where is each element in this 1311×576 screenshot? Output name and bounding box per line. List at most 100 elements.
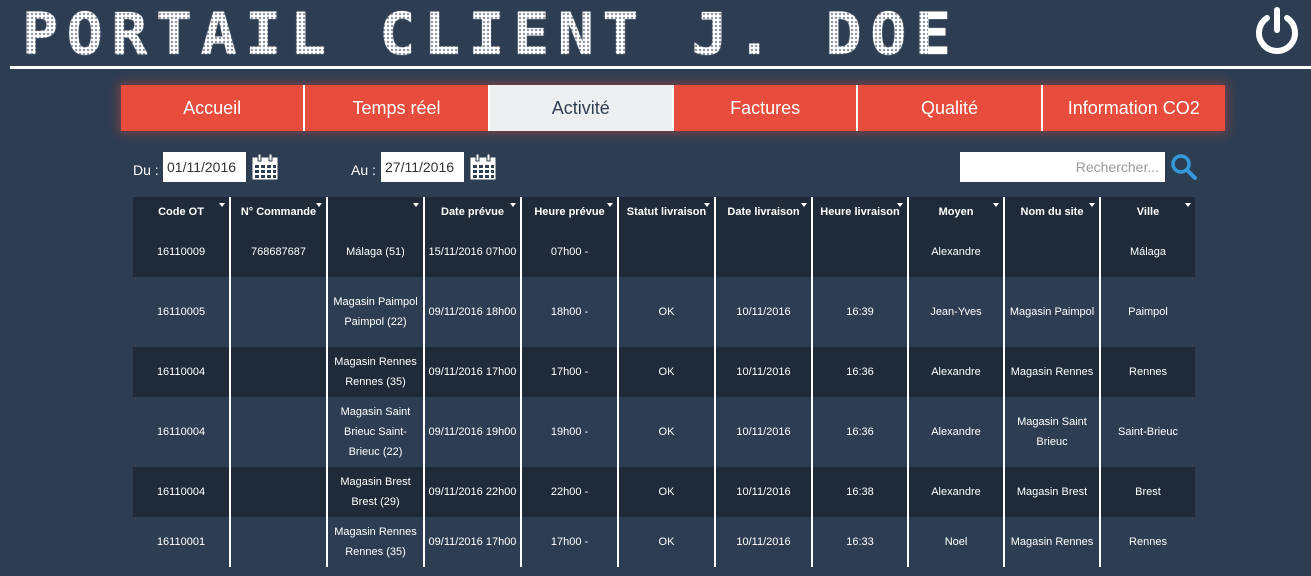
table-cell: Málaga (51)	[327, 227, 425, 277]
table-cell: OK	[618, 517, 716, 567]
table-cell: 19h00 -	[521, 397, 619, 467]
main-nav: Accueil Temps réel Activité Factures Qua…	[121, 85, 1225, 131]
table-cell: 17h00 -	[521, 347, 619, 397]
table-cell: Rennes	[1100, 517, 1195, 567]
column-header-label: Date livraison	[727, 206, 800, 218]
column-header-heure-prevue[interactable]: Heure prévue	[521, 197, 619, 227]
column-header-label: Statut livraison	[626, 206, 707, 218]
column-header-label: Ville	[1136, 206, 1160, 218]
sort-icon[interactable]	[607, 203, 613, 207]
table-cell: 16110004	[133, 397, 231, 467]
table-cell: Magasin Paimpol Paimpol (22)	[327, 277, 425, 347]
from-date-field[interactable]	[163, 152, 246, 182]
table-cell: Brest	[1100, 467, 1195, 517]
table-row[interactable]: 16110004 Magasin Brest Brest (29) 09/11/20…	[133, 467, 1195, 517]
tab-temps-reel[interactable]: Temps réel	[305, 85, 490, 131]
to-date-field[interactable]	[381, 152, 464, 182]
table-cell: 15/11/2016 07h00	[424, 227, 522, 277]
table-cell: Alexandre	[908, 227, 1005, 277]
table-cell	[618, 227, 716, 277]
column-header-destination[interactable]	[327, 197, 425, 227]
column-header-statut-livraison[interactable]: Statut livraison	[618, 197, 716, 227]
table-cell: Saint-Brieuc	[1100, 397, 1195, 467]
column-header-label: Moyen	[938, 206, 974, 218]
table-cell: Magasin Brest Brest (29)	[327, 467, 425, 517]
table-header-row: Code OT N° Commande Date prévue Heure pr…	[133, 197, 1195, 227]
table-cell: Magasin Brest	[1004, 467, 1101, 517]
table-cell: 16110005	[133, 277, 231, 347]
to-date-label: Au :	[351, 162, 376, 178]
table-cell: 10/11/2016	[715, 277, 813, 347]
app-header: PORTAIL CLIENT J. DOE	[0, 0, 1311, 70]
table-cell: 16110001	[133, 517, 231, 567]
table-cell: 16:33	[812, 517, 909, 567]
table-cell: 16110004	[133, 347, 231, 397]
table-cell	[715, 227, 813, 277]
table-cell: 16110004	[133, 467, 231, 517]
power-icon[interactable]	[1252, 6, 1302, 56]
column-header-moyen[interactable]: Moyen	[908, 197, 1005, 227]
sort-icon[interactable]	[316, 203, 322, 207]
sort-icon[interactable]	[1089, 203, 1095, 207]
column-header-label: Heure prévue	[534, 206, 605, 218]
table-cell	[230, 347, 328, 397]
sort-icon[interactable]	[1185, 203, 1191, 207]
column-header-nom-du-site[interactable]: Nom du site	[1004, 197, 1101, 227]
table-cell: 07h00 -	[521, 227, 619, 277]
table-cell: 22h00 -	[521, 467, 619, 517]
table-cell: 16:39	[812, 277, 909, 347]
table-cell: Alexandre	[908, 397, 1005, 467]
sort-icon[interactable]	[801, 203, 807, 207]
table-row[interactable]: 16110004 Magasin Rennes Rennes (35) 09/11/…	[133, 347, 1195, 397]
column-header-n-commande[interactable]: N° Commande	[230, 197, 328, 227]
table-cell: OK	[618, 277, 716, 347]
table-row[interactable]: 16110005 Magasin Paimpol Paimpol (22) 09/1…	[133, 277, 1195, 347]
column-header-label: Nom du site	[1020, 206, 1084, 218]
table-cell: Málaga	[1100, 227, 1195, 277]
tab-activite[interactable]: Activité	[489, 85, 674, 131]
sort-icon[interactable]	[704, 203, 710, 207]
table-cell: Magasin Rennes Rennes (35)	[327, 517, 425, 567]
table-cell: 16:36	[812, 347, 909, 397]
sort-icon[interactable]	[993, 203, 999, 207]
table-cell: 09/11/2016 22h00	[424, 467, 522, 517]
sort-icon[interactable]	[897, 203, 903, 207]
search-icon[interactable]	[1170, 153, 1198, 181]
column-header-date-livraison[interactable]: Date livraison	[715, 197, 813, 227]
table-row[interactable]: 16110004 Magasin Saint Brieuc Saint-Brieu…	[133, 397, 1195, 467]
calendar-icon[interactable]	[469, 153, 497, 181]
sort-icon[interactable]	[413, 203, 419, 207]
column-header-label: Code OT	[158, 206, 204, 218]
tab-factures[interactable]: Factures	[673, 85, 859, 131]
tab-qualite[interactable]: Qualité	[858, 85, 1043, 131]
search-input[interactable]	[960, 152, 1165, 182]
table-cell: 16:38	[812, 467, 909, 517]
sort-icon[interactable]	[510, 203, 516, 207]
table-row[interactable]: 16110009 768687687 Málaga (51) 15/11/2016 0…	[133, 227, 1195, 277]
column-header-label: Heure livraison	[820, 206, 900, 218]
table-cell	[230, 467, 328, 517]
table-cell: Magasin Rennes	[1004, 517, 1101, 567]
column-header-heure-livraison[interactable]: Heure livraison	[812, 197, 909, 227]
table-cell: 09/11/2016 19h00	[424, 397, 522, 467]
table-cell: 16:36	[812, 397, 909, 467]
table-row[interactable]: 16110001 Magasin Rennes Rennes (35) 09/11/…	[133, 517, 1195, 567]
table-cell: OK	[618, 467, 716, 517]
table-cell	[812, 227, 909, 277]
tab-information-co2[interactable]: Information CO2	[1042, 85, 1225, 131]
table-cell	[230, 517, 328, 567]
table-cell: Magasin Paimpol	[1004, 277, 1101, 347]
table-body: 16110009 768687687 Málaga (51) 15/11/2016 0…	[133, 227, 1195, 567]
header-divider	[10, 66, 1311, 69]
calendar-icon[interactable]	[251, 153, 279, 181]
column-header-code-ot[interactable]: Code OT	[133, 197, 231, 227]
table-cell: 10/11/2016	[715, 347, 813, 397]
table-cell: OK	[618, 397, 716, 467]
sort-icon[interactable]	[219, 203, 225, 207]
table-cell: OK	[618, 347, 716, 397]
table-cell: 768687687	[230, 227, 328, 277]
tab-accueil[interactable]: Accueil	[121, 85, 306, 131]
column-header-ville[interactable]: Ville	[1100, 197, 1195, 227]
column-header-date-prevue[interactable]: Date prévue	[424, 197, 522, 227]
table-cell: 09/11/2016 18h00	[424, 277, 522, 347]
